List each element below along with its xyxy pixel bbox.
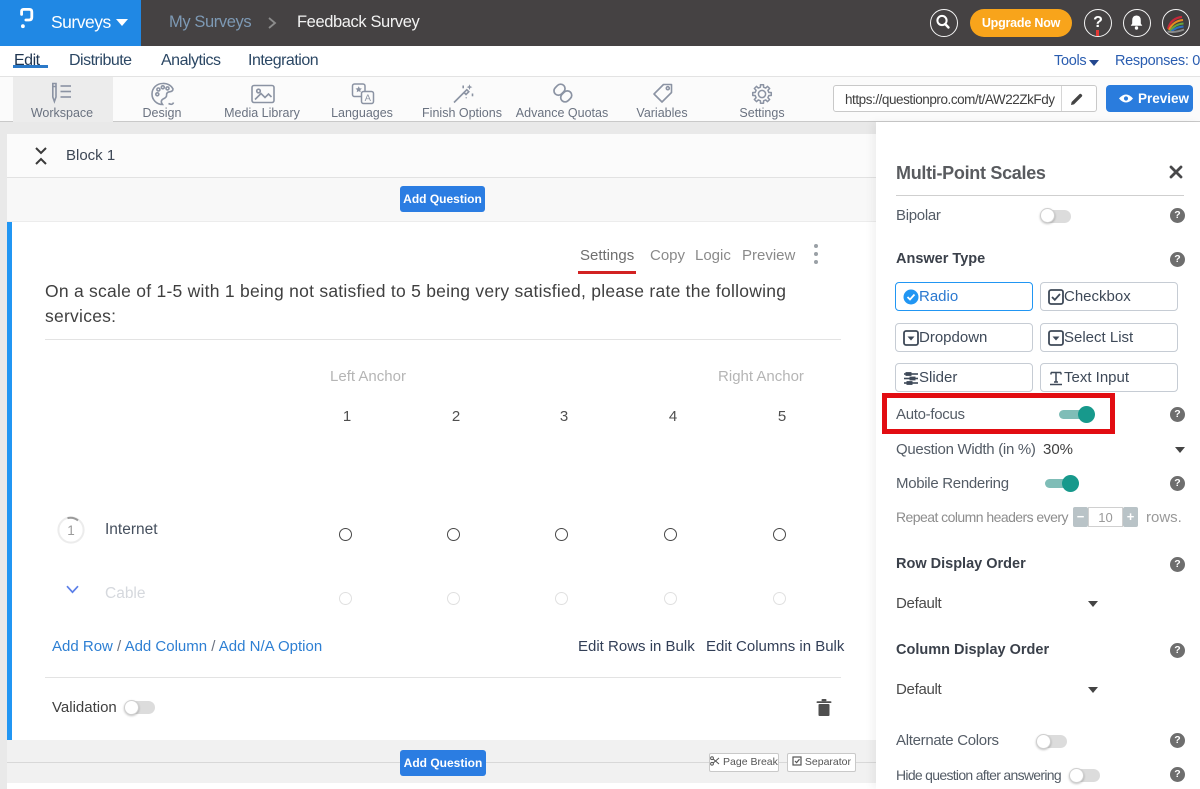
svg-text:1: 1 xyxy=(67,523,75,538)
svg-text:A: A xyxy=(365,93,372,104)
